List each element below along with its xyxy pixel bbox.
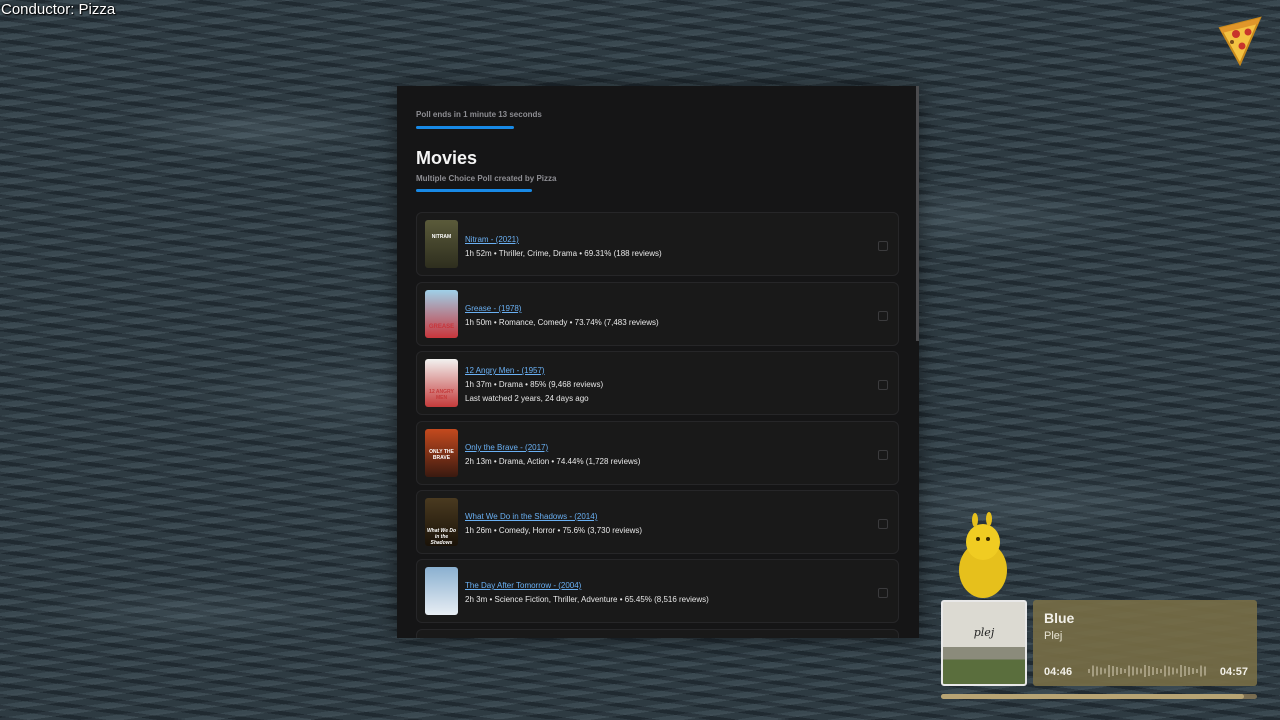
movie-poster [425, 567, 458, 615]
poll-option[interactable]: GREASE Grease - (1978) 1h 50m • Romance,… [416, 282, 899, 346]
poll-option[interactable]: What We Do in the Shadows What We Do in … [416, 490, 899, 554]
waveform-bar [1136, 667, 1138, 675]
waveform-bar [1148, 666, 1150, 676]
poll-panel: Poll ends in 1 minute 13 seconds Movies … [397, 86, 919, 638]
poll-subtitle: Multiple Choice Poll created by Pizza [416, 174, 557, 183]
poll-option[interactable] [416, 629, 899, 638]
option-checkbox[interactable] [878, 519, 888, 529]
movie-title-link[interactable]: Only the Brave - (2017) [465, 443, 548, 452]
waveform-bar [1144, 665, 1146, 677]
movie-meta: 1h 52m • Thriller, Crime, Drama • 69.31%… [465, 249, 662, 258]
mascot-figure [959, 512, 1007, 598]
waveform-bar [1200, 665, 1202, 677]
poll-scrollbar[interactable] [916, 86, 919, 341]
waveform-bar [1168, 666, 1170, 676]
poll-option[interactable]: The Day After Tomorrow - (2004) 2h 3m • … [416, 559, 899, 623]
waveform-bar [1096, 666, 1098, 676]
waveform-bar [1192, 668, 1194, 674]
movie-title-link[interactable]: Grease - (1978) [465, 304, 521, 313]
waveform-bar [1100, 667, 1102, 675]
poll-option[interactable]: NITRAM Nitram - (2021) 1h 52m • Thriller… [416, 212, 899, 276]
elapsed-time: 04:46 [1044, 666, 1073, 678]
waveform-bar [1152, 667, 1154, 675]
option-checkbox[interactable] [878, 311, 888, 321]
waveform-bar [1204, 666, 1206, 676]
waveform-bar [1092, 665, 1094, 677]
waveform-bar [1176, 668, 1178, 674]
poll-timer-text: Poll ends in 1 minute 13 seconds [416, 110, 542, 119]
movie-poster: ONLY THE BRAVE [425, 429, 458, 477]
poll-title: Movies [416, 148, 478, 168]
movie-title-link[interactable]: What We Do in the Shadows - (2014) [465, 512, 597, 521]
waveform-bar [1112, 666, 1114, 676]
album-art: plej [941, 600, 1027, 686]
track-progress-bar[interactable] [941, 694, 1257, 699]
song-title: Blue [1044, 610, 1075, 626]
poll-option[interactable]: 12 ANGRY MEN 12 Angry Men - (1957) 1h 37… [416, 351, 899, 415]
poll-option[interactable]: ONLY THE BRAVE Only the Brave - (2017) 2… [416, 421, 899, 485]
waveform-bar [1108, 665, 1110, 677]
movie-meta: 1h 37m • Drama • 85% (9,468 reviews) [465, 380, 604, 389]
waveform-bar [1088, 669, 1090, 673]
track-duration: 04:57 [1219, 666, 1248, 678]
poll-timer-bar [416, 126, 514, 129]
waveform-bar [1196, 669, 1198, 673]
movie-poster: What We Do in the Shadows [425, 498, 458, 546]
waveform-bar [1140, 668, 1142, 674]
movie-poster: NITRAM [425, 220, 458, 268]
waveform-bar [1160, 669, 1162, 673]
conductor-label: Conductor: Pizza [1, 1, 116, 18]
movie-poster: GREASE [425, 290, 458, 338]
waveform-bar [1184, 666, 1186, 676]
waveform-bar [1120, 668, 1122, 674]
waveform-bar [1128, 665, 1130, 677]
movie-meta: 1h 50m • Romance, Comedy • 73.74% (7,483… [465, 318, 659, 327]
option-checkbox[interactable] [878, 450, 888, 460]
movie-title-link[interactable]: 12 Angry Men - (1957) [465, 366, 545, 375]
waveform-bar [1164, 665, 1166, 677]
music-player: plej Blue Plej 04:46 04:57 [941, 600, 1257, 700]
waveform-bar [1156, 668, 1158, 674]
movie-title-link[interactable]: The Day After Tomorrow - (2004) [465, 581, 581, 590]
last-watched-text: Last watched 2 years, 24 days ago [465, 394, 589, 403]
option-checkbox[interactable] [878, 588, 888, 598]
movie-title-link[interactable]: Nitram - (2021) [465, 235, 519, 244]
waveform-bar [1188, 667, 1190, 675]
waveform-bar [1124, 669, 1126, 673]
waveform-bar [1172, 667, 1174, 675]
movie-meta: 2h 3m • Science Fiction, Thriller, Adven… [465, 595, 709, 604]
poll-subtitle-underline [416, 189, 532, 192]
waveform-bar [1180, 665, 1182, 677]
movie-meta: 2h 13m • Drama, Action • 74.44% (1,728 r… [465, 457, 641, 466]
waveform-bar [1116, 667, 1118, 675]
pizza-icon [1218, 16, 1262, 66]
track-progress-fill [941, 694, 1245, 699]
movie-poster: 12 ANGRY MEN [425, 359, 458, 407]
waveform-graphic [1088, 665, 1206, 677]
option-checkbox[interactable] [878, 380, 888, 390]
option-checkbox[interactable] [878, 241, 888, 251]
waveform-bar [1104, 668, 1106, 674]
waveform-bar [1132, 666, 1134, 676]
movie-meta: 1h 26m • Comedy, Horror • 75.6% (3,730 r… [465, 526, 643, 535]
song-artist: Plej [1044, 630, 1063, 642]
track-info-panel: Blue Plej 04:46 04:57 [1033, 600, 1257, 686]
